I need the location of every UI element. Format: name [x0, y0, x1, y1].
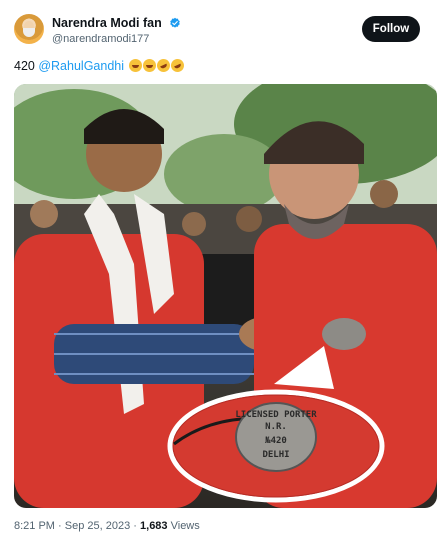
verified-badge-icon — [170, 17, 181, 28]
badge-line-2: N.R. — [265, 422, 287, 432]
rofl-face-icon — [154, 56, 172, 75]
tweet-text: 420 @RahulGandhi — [14, 56, 186, 75]
tweet-text-prefix: 420 — [14, 59, 35, 73]
tweet-time[interactable]: 8:21 PM — [14, 520, 55, 532]
laughing-face-icon — [142, 59, 156, 72]
tweet-meta: 8:21 PM · Sep 25, 2023 · 1,683 Views — [14, 520, 200, 532]
views-label: Views — [170, 520, 200, 532]
tweet-header: Narendra Modi fan @narendramodi177 Follo… — [14, 14, 434, 50]
author-display-name[interactable]: Narendra Modi fan — [52, 15, 162, 31]
meta-separator: · — [58, 520, 62, 532]
rofl-face-icon — [168, 56, 186, 75]
laughing-face-icon — [128, 59, 142, 72]
meta-separator: · — [133, 520, 137, 532]
avatar[interactable] — [14, 14, 44, 44]
author-names[interactable]: Narendra Modi fan @narendramodi177 — [52, 14, 181, 47]
views-count: 1,683 — [140, 520, 168, 532]
tweet-photo[interactable]: LICENSED PORTER N.R. №420 DELHI — [14, 84, 437, 508]
follow-button[interactable]: Follow — [362, 16, 420, 42]
author-handle[interactable]: @narendramodi177 — [52, 32, 181, 47]
badge-line-1: LICENSED PORTER — [235, 410, 317, 420]
badge-line-4: DELHI — [262, 450, 289, 460]
tweet-date[interactable]: Sep 25, 2023 — [65, 520, 130, 532]
mention-link[interactable]: @RahulGandhi — [38, 59, 124, 73]
photo-scene: LICENSED PORTER N.R. №420 DELHI — [14, 84, 437, 508]
porter-badge: LICENSED PORTER N.R. №420 DELHI — [235, 402, 317, 472]
badge-line-3: №420 — [265, 436, 287, 446]
avatar-beard — [23, 28, 35, 37]
